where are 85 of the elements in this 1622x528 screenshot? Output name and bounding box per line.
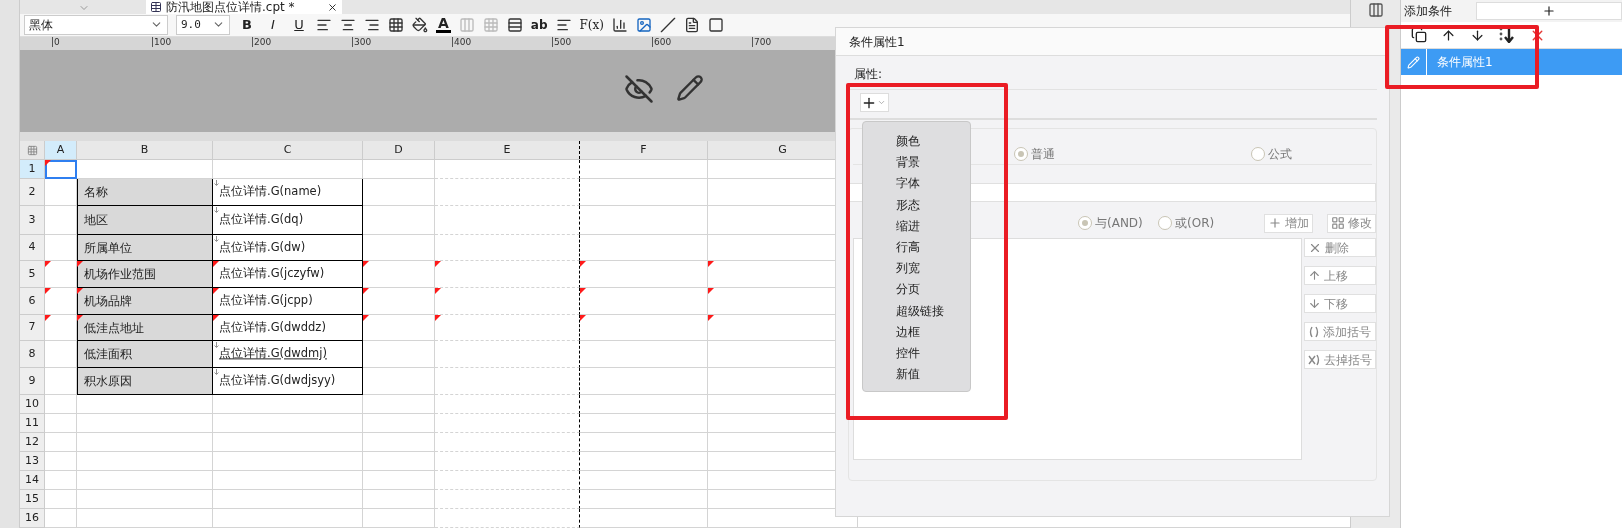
ruler-label: 500 (552, 36, 572, 47)
ruler-label: 700 (752, 36, 772, 47)
column-header[interactable]: D (363, 141, 435, 159)
menu-item[interactable]: 分页 (896, 280, 970, 302)
cell-text: 点位详情.G(dwdmj) (219, 345, 327, 363)
panel-title: 添加条件 (1404, 3, 1452, 20)
menu-item[interactable]: 形态 (896, 195, 970, 217)
row-header[interactable]: 1 (20, 160, 45, 179)
row-header[interactable]: 2 (20, 179, 45, 206)
formula-button[interactable]: F(x) (579, 15, 604, 34)
style-button[interactable]: U (290, 15, 308, 35)
cell-text: 低洼点地址 (84, 319, 144, 337)
menu-item[interactable]: 新值 (896, 365, 970, 387)
radio-label: 普通 (1031, 145, 1055, 163)
row-header[interactable]: 14 (20, 471, 45, 490)
menu-item[interactable]: 字体 (896, 174, 970, 196)
size-select[interactable]: 9.0 (176, 14, 230, 35)
side-button[interactable]: 删除 (1304, 238, 1376, 257)
action-button[interactable]: 修改 (1327, 213, 1376, 233)
cell-text: 所属单位 (84, 239, 132, 257)
cell-text: 地区 (84, 212, 108, 229)
cell-text: 点位详情.G(jczyfw) (219, 265, 325, 283)
radio-option[interactable]: 公式 (1251, 144, 1292, 163)
column-header[interactable]: F (580, 141, 708, 159)
cell-text: 点位详情.G(dq) (219, 211, 304, 229)
row-header[interactable]: 12 (20, 433, 45, 452)
row-header[interactable]: 6 (20, 288, 45, 315)
ruler-label: 400 (452, 36, 472, 47)
row-header[interactable]: 4 (20, 235, 45, 261)
menu-item[interactable]: 行高 (896, 237, 970, 260)
cell-text: 低洼面积 (84, 346, 132, 363)
dialog-title: 条件属性1 (849, 33, 905, 51)
row-header[interactable]: 11 (20, 414, 45, 433)
menu-item[interactable]: 控件 (896, 343, 970, 366)
radio-option[interactable]: 与(AND) (1078, 214, 1158, 232)
font-select[interactable]: 黑体 (24, 14, 168, 35)
row-header[interactable]: 16 (20, 509, 45, 528)
property-label: 属性: (853, 67, 884, 81)
row-header[interactable]: 9 (20, 368, 45, 395)
cell-text: 点位详情.G(dwddz) (219, 318, 326, 336)
row-header[interactable]: 5 (20, 261, 45, 288)
row-header[interactable]: 10 (20, 395, 45, 414)
row-header[interactable]: 15 (20, 490, 45, 509)
cell-text: 机场品牌 (84, 293, 132, 310)
menu-item[interactable]: 列宽 (896, 259, 970, 281)
radio-option[interactable]: 普通 (1014, 144, 1055, 163)
column-header[interactable]: E (435, 141, 580, 159)
radio-label: 公式 (1268, 145, 1292, 163)
ruler-label: 100 (152, 36, 172, 47)
cell-text: 名称 (84, 184, 108, 201)
row-header[interactable]: 8 (20, 341, 45, 368)
cell-text: 积水原因 (84, 373, 132, 390)
font-color-button[interactable]: A (436, 16, 451, 34)
side-button[interactable]: 添加括号 (1304, 322, 1376, 341)
side-button[interactable]: 去掉括号 (1304, 350, 1376, 369)
style-button[interactable]: I (264, 15, 282, 35)
row-header[interactable]: 3 (20, 206, 45, 235)
cell-text: 点位详情.G(dwdjsyy) (219, 372, 336, 390)
cell-text: 点位详情.G(jcpp) (219, 292, 313, 310)
ruler-label: 600 (652, 36, 672, 47)
style-button[interactable]: B (238, 15, 256, 35)
menu-item[interactable]: 背景 (896, 153, 970, 175)
menu-item[interactable]: 颜色 (896, 132, 970, 154)
text-tool-button[interactable]: ab (530, 15, 548, 34)
cell-text: 点位详情.G(name) (219, 183, 322, 201)
column-header[interactable]: A (45, 141, 77, 159)
ruler-label: 300 (352, 36, 372, 47)
row-header[interactable]: 13 (20, 452, 45, 471)
file-tab[interactable]: 防汛地图点位详情.cpt * (146, 0, 342, 14)
ruler-label: 0 (52, 36, 60, 47)
side-button[interactable]: 下移 (1304, 294, 1376, 313)
radio-label: 与(AND) (1095, 215, 1143, 232)
radio-option[interactable]: 或(OR) (1158, 214, 1238, 232)
ruler-label: 200 (252, 36, 272, 47)
menu-item[interactable]: 缩进 (896, 216, 970, 238)
action-button[interactable]: 增加 (1264, 213, 1313, 233)
menu-item[interactable]: 边框 (896, 322, 970, 344)
side-button[interactable]: 上移 (1304, 266, 1376, 285)
radio-label: 或(OR) (1175, 215, 1215, 232)
cell-text: 点位详情.G(dw) (219, 238, 306, 256)
row-header[interactable]: 7 (20, 315, 45, 341)
cell-text: 机场作业范围 (84, 266, 156, 283)
column-header[interactable]: C (213, 141, 363, 159)
menu-item[interactable]: 超级链接 (896, 301, 970, 323)
column-header[interactable]: B (77, 141, 213, 159)
